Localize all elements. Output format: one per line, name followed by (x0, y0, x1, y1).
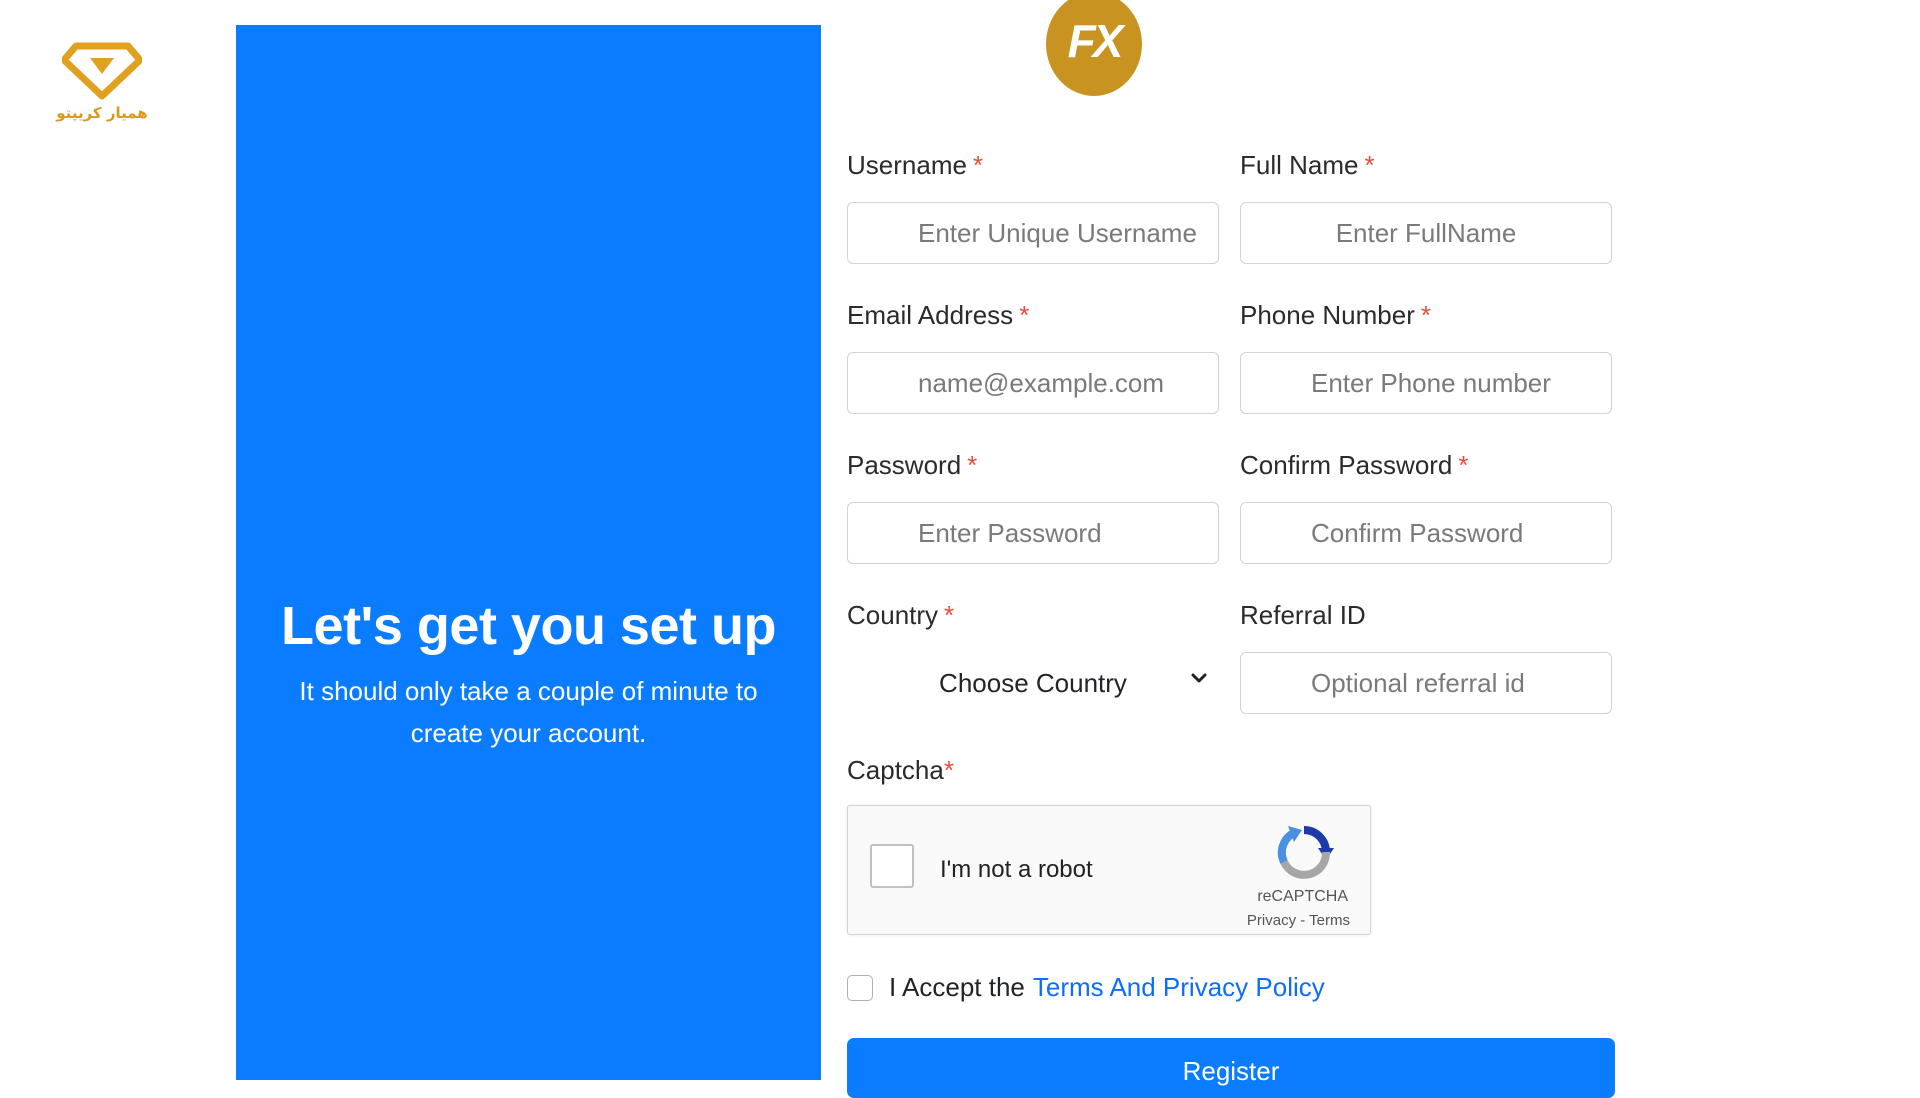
country-label: Country * (847, 600, 955, 630)
brand-logo: FX (1044, 0, 1144, 96)
required-mark: * (943, 755, 954, 785)
phone-label: Phone Number * (1240, 300, 1432, 330)
recaptcha-widget: I'm not a robot reCAPTCHA Privacy - Term… (847, 805, 1371, 935)
recaptcha-icon (1274, 824, 1334, 885)
email-label: Email Address * (847, 300, 1030, 330)
country-select[interactable]: Choose Country (847, 650, 1219, 716)
email-input[interactable] (847, 352, 1219, 414)
chevron-down-icon (1189, 668, 1209, 694)
required-mark: * (972, 150, 984, 180)
watermark-text: همیار کریپتو (56, 104, 148, 122)
username-label: Username * (847, 150, 984, 180)
country-select-value: Choose Country (939, 667, 1127, 698)
diamond-icon (62, 42, 142, 100)
required-mark: * (1458, 450, 1469, 480)
required-mark: * (1420, 300, 1432, 330)
terms-row: I Accept the Terms And Privacy Policy (847, 972, 1325, 1003)
phone-input[interactable] (1240, 352, 1612, 414)
fullname-label: Full Name * (1240, 150, 1375, 180)
terms-link[interactable]: Terms And Privacy Policy (1033, 972, 1325, 1003)
recaptcha-links[interactable]: Privacy - Terms (1247, 912, 1350, 929)
confirm-password-label: Confirm Password * (1240, 450, 1469, 480)
recaptcha-checkbox[interactable] (870, 844, 914, 888)
username-input[interactable] (847, 202, 1219, 264)
password-input[interactable] (847, 502, 1219, 564)
captcha-label: Captcha* (847, 755, 954, 785)
required-mark: * (944, 600, 955, 630)
watermark-logo: همیار کریپتو (52, 40, 152, 122)
fullname-input[interactable] (1240, 202, 1612, 264)
hero-title: Let's get you set up (281, 596, 776, 656)
required-mark: * (1364, 150, 1375, 180)
referral-input[interactable] (1240, 652, 1612, 714)
recaptcha-brand: reCAPTCHA (1257, 888, 1348, 905)
hero-subtitle: It should only take a couple of minute t… (299, 676, 758, 748)
terms-checkbox[interactable] (847, 974, 873, 1001)
confirm-password-input[interactable] (1240, 502, 1612, 564)
hero-panel: Let's get you set up It should only take… (236, 25, 821, 1080)
terms-prefix: I Accept the (889, 972, 1025, 1002)
register-button[interactable]: Register (847, 1038, 1615, 1098)
required-mark: * (1019, 300, 1030, 330)
referral-label: Referral ID (1240, 600, 1366, 630)
recaptcha-text: I'm not a robot (940, 856, 1093, 883)
logo-text: FX (1067, 15, 1124, 67)
password-label: Password * (847, 450, 978, 480)
required-mark: * (967, 450, 978, 480)
